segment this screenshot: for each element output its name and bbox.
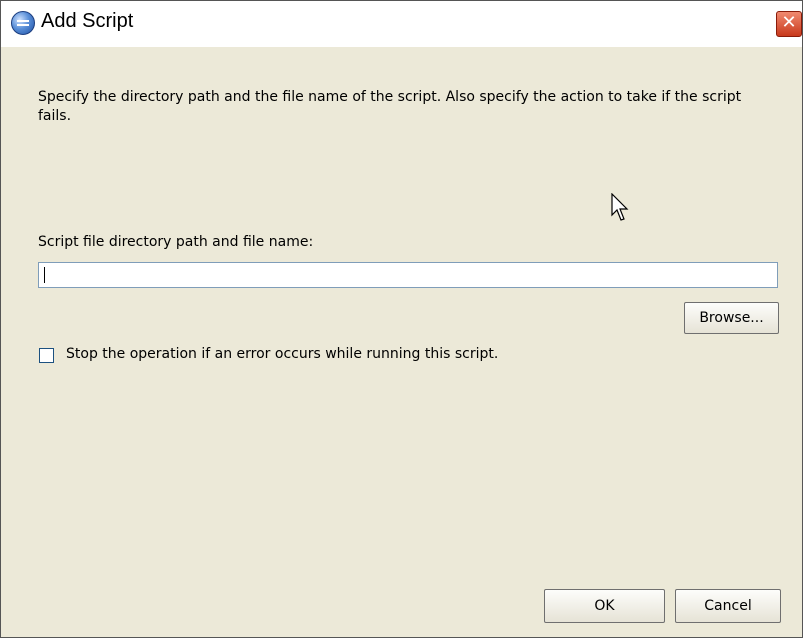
cancel-button[interactable]: Cancel <box>675 589 781 623</box>
text-caret <box>44 267 45 283</box>
dialog-body: Specify the directory path and the file … <box>1 47 802 637</box>
ok-button[interactable]: OK <box>544 589 665 623</box>
browse-button[interactable]: Browse... <box>684 302 779 334</box>
add-script-dialog: Add Script ✕ Specify the directory path … <box>0 0 803 638</box>
script-path-label: Script file directory path and file name… <box>38 234 314 250</box>
script-path-input[interactable] <box>38 262 778 288</box>
stop-on-error-label[interactable]: Stop the operation if an error occurs wh… <box>66 346 498 362</box>
close-icon: ✕ <box>781 12 797 33</box>
close-button[interactable]: ✕ <box>776 11 802 37</box>
instructions-text: Specify the directory path and the file … <box>38 89 742 124</box>
stop-on-error-checkbox[interactable] <box>39 348 54 363</box>
dialog-icon <box>11 11 35 35</box>
mouse-pointer-icon <box>611 193 629 221</box>
dialog-title: Add Script <box>41 10 134 32</box>
title-bar: Add Script ✕ <box>1 1 802 47</box>
